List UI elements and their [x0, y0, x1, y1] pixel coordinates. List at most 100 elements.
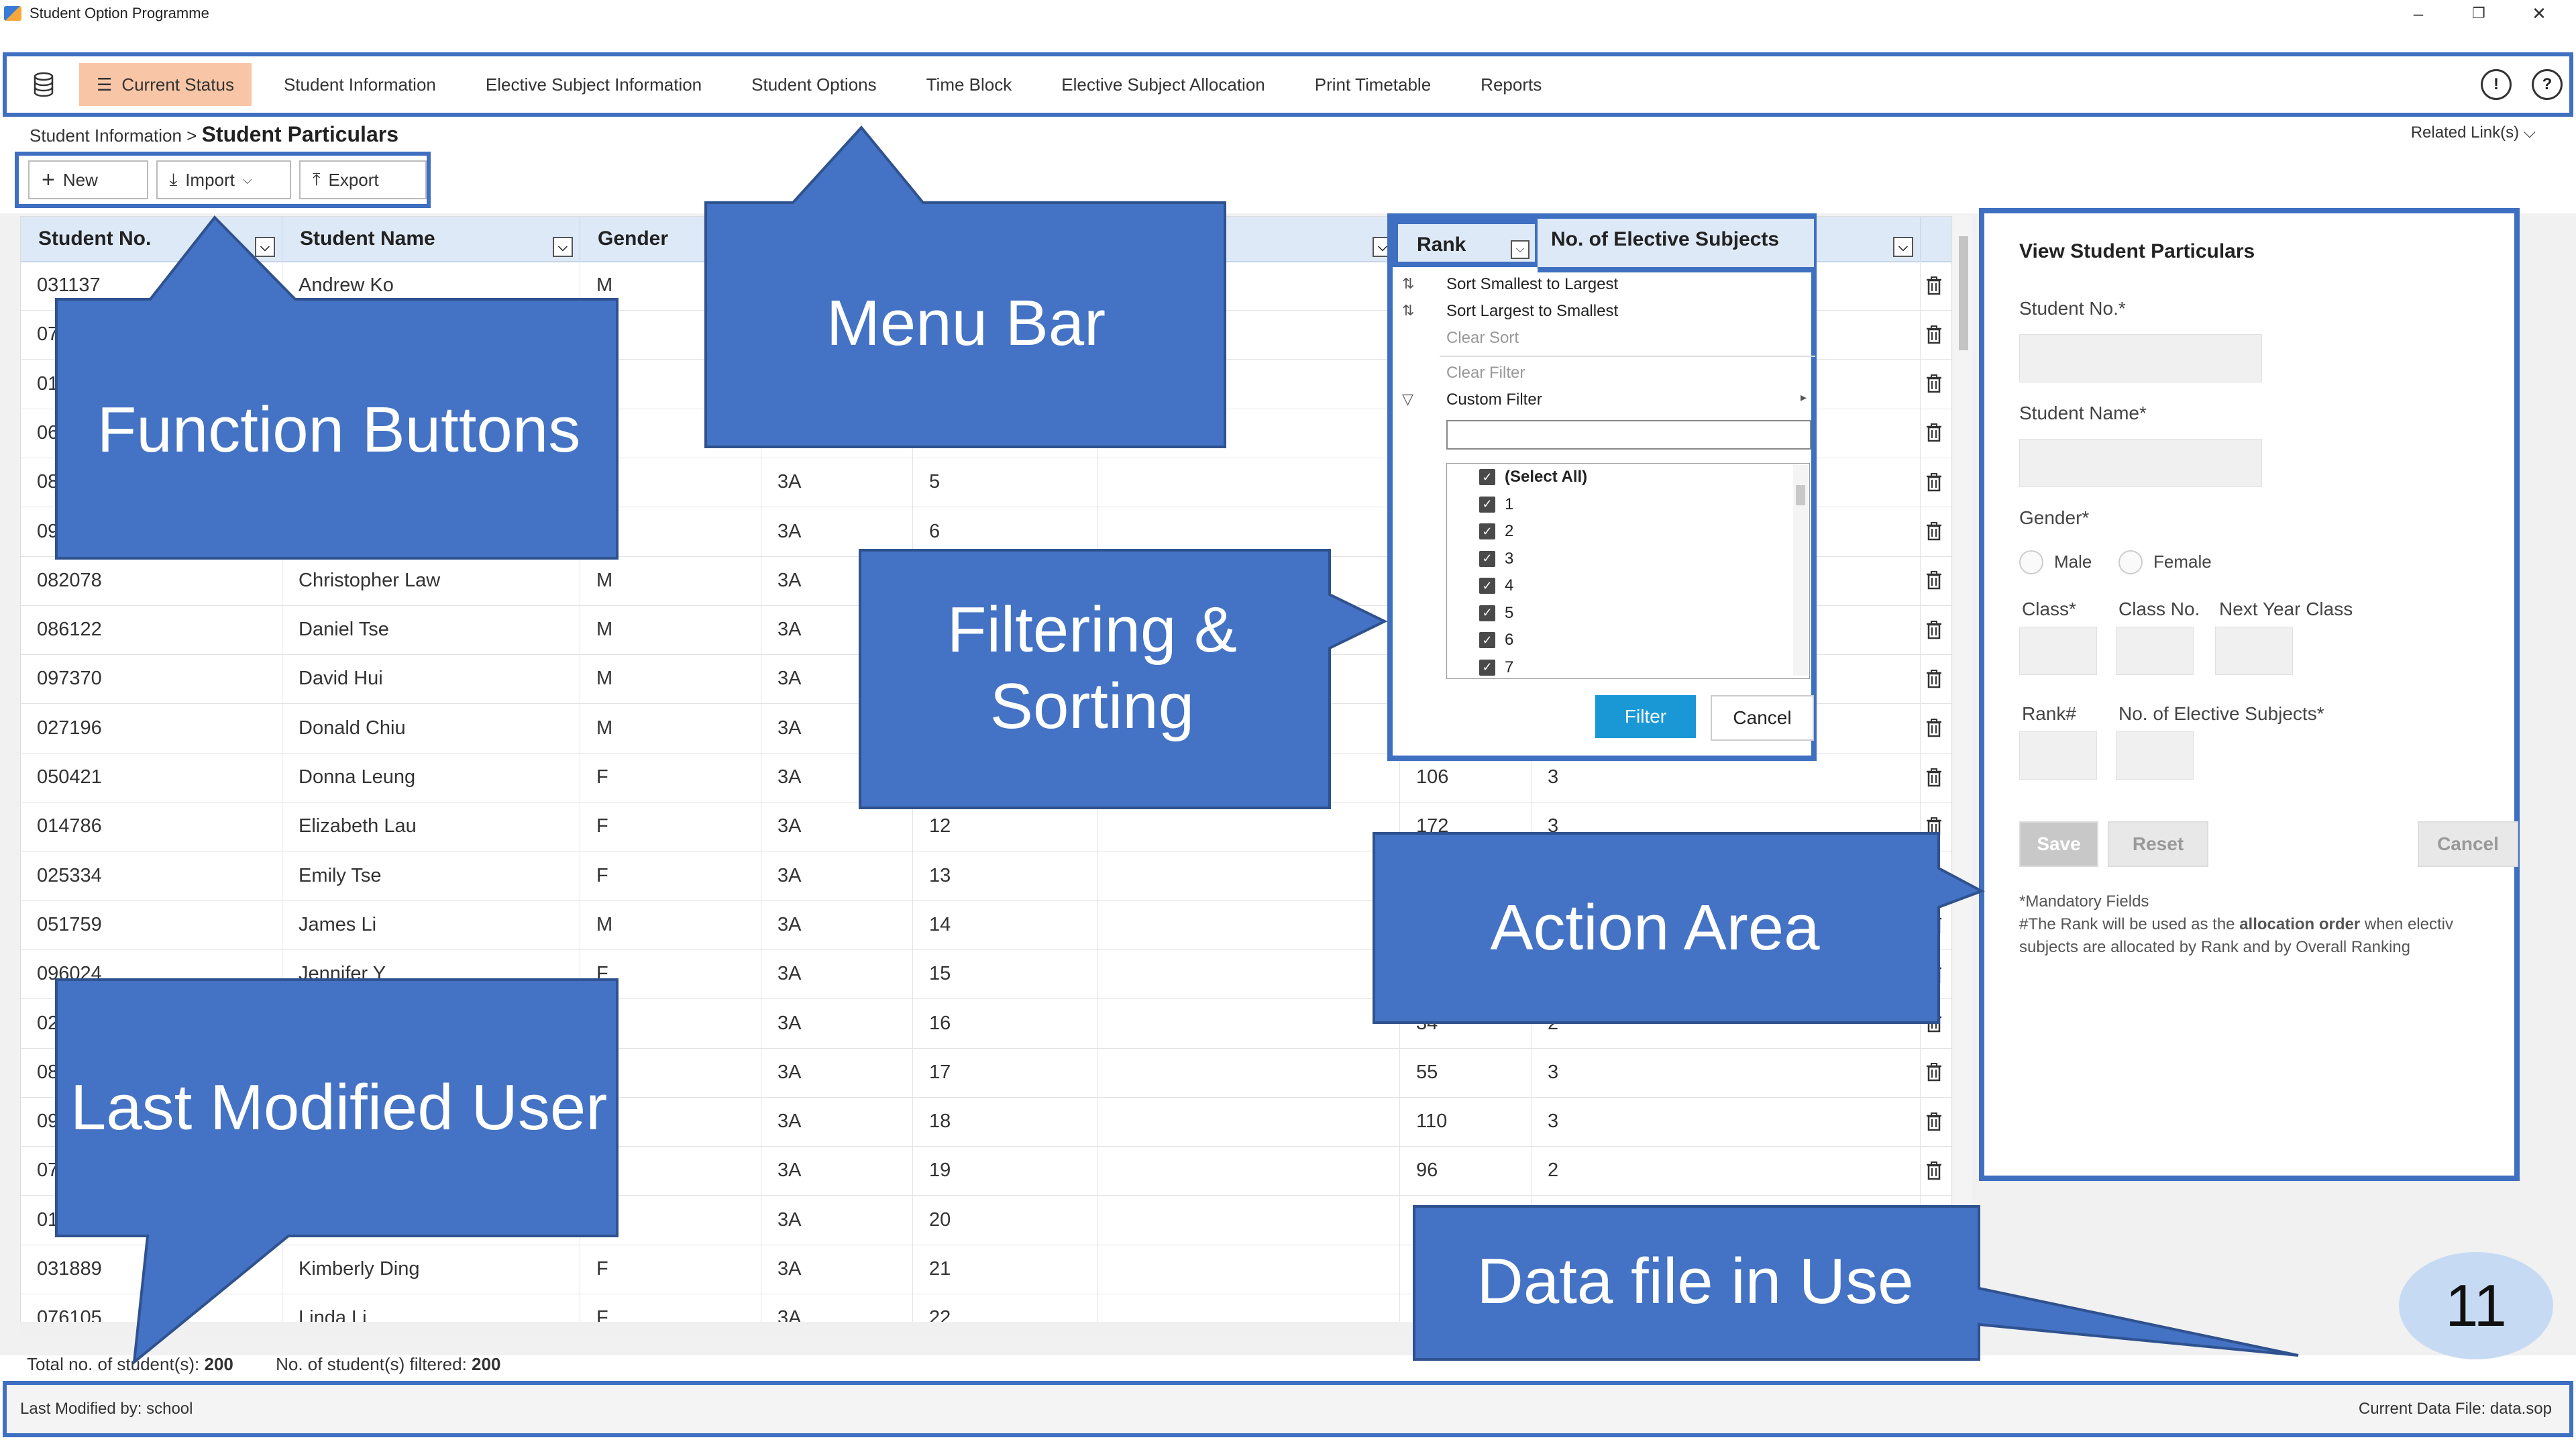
filter-value-checkbox[interactable]: ✓ 7: [1479, 658, 1513, 677]
trash-icon[interactable]: [1921, 556, 1947, 605]
trash-icon[interactable]: [1921, 310, 1947, 359]
elective-subjects-field[interactable]: [2116, 731, 2194, 780]
class-field[interactable]: [2019, 627, 2097, 675]
trash-icon[interactable]: [1921, 458, 1947, 507]
trash-icon[interactable]: [1921, 654, 1947, 703]
cell-gender: F: [580, 802, 761, 851]
filter-button[interactable]: Filter: [1595, 695, 1696, 738]
new-button[interactable]: + New: [28, 160, 148, 199]
cell-gender: M: [580, 900, 761, 949]
trash-icon[interactable]: [1921, 1048, 1947, 1097]
elective-subjects-header[interactable]: No. of Elective Subjects: [1538, 219, 1814, 272]
filter-value-checkbox[interactable]: ✓ 5: [1479, 604, 1513, 623]
title-bar: Student Option Programme – ❐ ✕: [0, 0, 2576, 27]
tab-elective-subject-information[interactable]: Elective Subject Information: [468, 63, 719, 106]
filter-dropdown-icon[interactable]: ⌵: [1511, 240, 1529, 259]
tab-elective-subject-allocation[interactable]: Elective Subject Allocation: [1044, 63, 1283, 106]
checkbox-icon[interactable]: ✓: [1479, 523, 1495, 539]
cell-student-name: David Hui: [282, 654, 580, 704]
minimize-button[interactable]: –: [2395, 0, 2442, 27]
cell-class: 3A: [761, 949, 913, 999]
tab-time-block[interactable]: Time Block: [909, 63, 1030, 106]
trash-icon[interactable]: [1921, 1097, 1947, 1146]
plus-icon: +: [42, 166, 55, 193]
list-scrollbar-thumb[interactable]: [1796, 485, 1805, 505]
tab-current-status[interactable]: ☰ Current Status: [79, 63, 252, 106]
function-buttons: + New ⤓ Import ⌵ ⤒ Export: [15, 152, 431, 208]
female-radio[interactable]: [2118, 550, 2143, 574]
trash-icon[interactable]: [1921, 261, 1947, 310]
checkbox-icon[interactable]: ✓: [1479, 496, 1495, 513]
select-all-checkbox[interactable]: ✓ (Select All): [1479, 468, 1587, 486]
filter-value-checkbox[interactable]: ✓ 2: [1479, 522, 1513, 541]
callout-last-modified-user: Last Modified User: [54, 977, 624, 1366]
trash-icon[interactable]: [1921, 360, 1947, 409]
trash-icon[interactable]: [1921, 605, 1947, 654]
filter-value-label: 3: [1505, 549, 1514, 568]
next-class-label: Next Year Class: [2219, 599, 2353, 619]
import-button[interactable]: ⤓ Import ⌵: [156, 160, 291, 199]
tab-student-options[interactable]: Student Options: [734, 63, 894, 106]
filter-value-label: 4: [1505, 576, 1514, 594]
clear-sort-option[interactable]: Clear Sort: [1446, 329, 1519, 348]
cell-class-no: 17: [913, 1047, 1098, 1097]
restore-button[interactable]: ❐: [2455, 0, 2502, 27]
save-button[interactable]: Save: [2019, 821, 2098, 867]
filter-value-checkbox[interactable]: ✓ 3: [1479, 550, 1513, 568]
class-no-field[interactable]: [2116, 627, 2194, 675]
rank-header[interactable]: Rank ⌵: [1393, 219, 1540, 267]
database-icon[interactable]: [20, 64, 67, 105]
checkbox-icon[interactable]: ✓: [1479, 550, 1495, 567]
filter-cancel-button[interactable]: Cancel: [1711, 695, 1814, 741]
related-links[interactable]: Related Link(s) ⌵: [2411, 123, 2536, 142]
cancel-button[interactable]: Cancel: [2418, 821, 2518, 867]
filter-dropdown-icon[interactable]: ⌵: [1893, 237, 1913, 257]
mandatory-note: *Mandatory Fields: [2019, 892, 2149, 911]
scrollbar-thumb[interactable]: [1959, 236, 1968, 350]
cell-class: 3A: [761, 900, 913, 949]
trash-icon[interactable]: [1921, 753, 1947, 802]
export-button[interactable]: ⤒ Export: [299, 160, 427, 199]
trash-icon[interactable]: [1921, 409, 1947, 458]
sort-descending-option[interactable]: Sort Largest to Smallest: [1446, 302, 1618, 321]
menu-bar: ☰ Current Status Student Information Elec…: [3, 52, 2573, 117]
filter-funnel-icon: ▽: [1402, 391, 1413, 407]
tab-student-information[interactable]: Student Information: [266, 63, 453, 106]
rank-field[interactable]: [2019, 731, 2097, 780]
reset-button[interactable]: Reset: [2108, 821, 2208, 867]
help-icon[interactable]: ?: [2532, 69, 2563, 100]
cell-student-name: Donald Chiu: [282, 703, 580, 753]
filter-value-checkbox[interactable]: ✓ 4: [1479, 576, 1513, 595]
filter-value-label: 7: [1505, 658, 1514, 676]
cell-class-no: 18: [913, 1097, 1098, 1147]
trash-icon[interactable]: [1921, 1146, 1947, 1195]
next-class-field[interactable]: [2215, 627, 2293, 675]
tab-reports[interactable]: Reports: [1463, 63, 1559, 106]
student-no-field[interactable]: [2019, 334, 2262, 382]
tab-print-timetable[interactable]: Print Timetable: [1297, 63, 1448, 106]
clear-filter-option[interactable]: Clear Filter: [1446, 364, 1525, 382]
checkbox-icon[interactable]: ✓: [1479, 659, 1495, 676]
breadcrumb-parent[interactable]: Student Information: [30, 125, 182, 146]
filter-search-input[interactable]: [1446, 420, 1811, 450]
cell-gender: F: [580, 851, 761, 900]
checkbox-icon[interactable]: ✓: [1479, 632, 1495, 648]
vertical-scrollbar[interactable]: [1953, 216, 1972, 1325]
trash-icon[interactable]: [1921, 704, 1947, 753]
filter-value-checkbox[interactable]: ✓ 6: [1479, 631, 1513, 650]
filter-value-checkbox[interactable]: ✓ 1: [1479, 495, 1513, 514]
sort-ascending-option[interactable]: Sort Smallest to Largest: [1446, 275, 1618, 294]
checkbox-icon[interactable]: ✓: [1479, 469, 1495, 485]
close-button[interactable]: ✕: [2516, 0, 2563, 27]
action-area: View Student Particulars Student No.* St…: [1979, 208, 2520, 1181]
cell-elective-subjects: 2: [1532, 1146, 1921, 1196]
checkbox-icon[interactable]: ✓: [1479, 605, 1495, 621]
trash-icon[interactable]: [1921, 507, 1947, 556]
cell-next-class: [1098, 1294, 1400, 1324]
info-icon[interactable]: !: [2481, 69, 2512, 100]
checkbox-icon[interactable]: ✓: [1479, 578, 1495, 594]
chevron-right-icon: ▸: [1801, 391, 1807, 404]
custom-filter-option[interactable]: Custom Filter: [1446, 391, 1542, 409]
male-radio[interactable]: [2019, 550, 2043, 574]
student-name-field[interactable]: [2019, 439, 2262, 487]
